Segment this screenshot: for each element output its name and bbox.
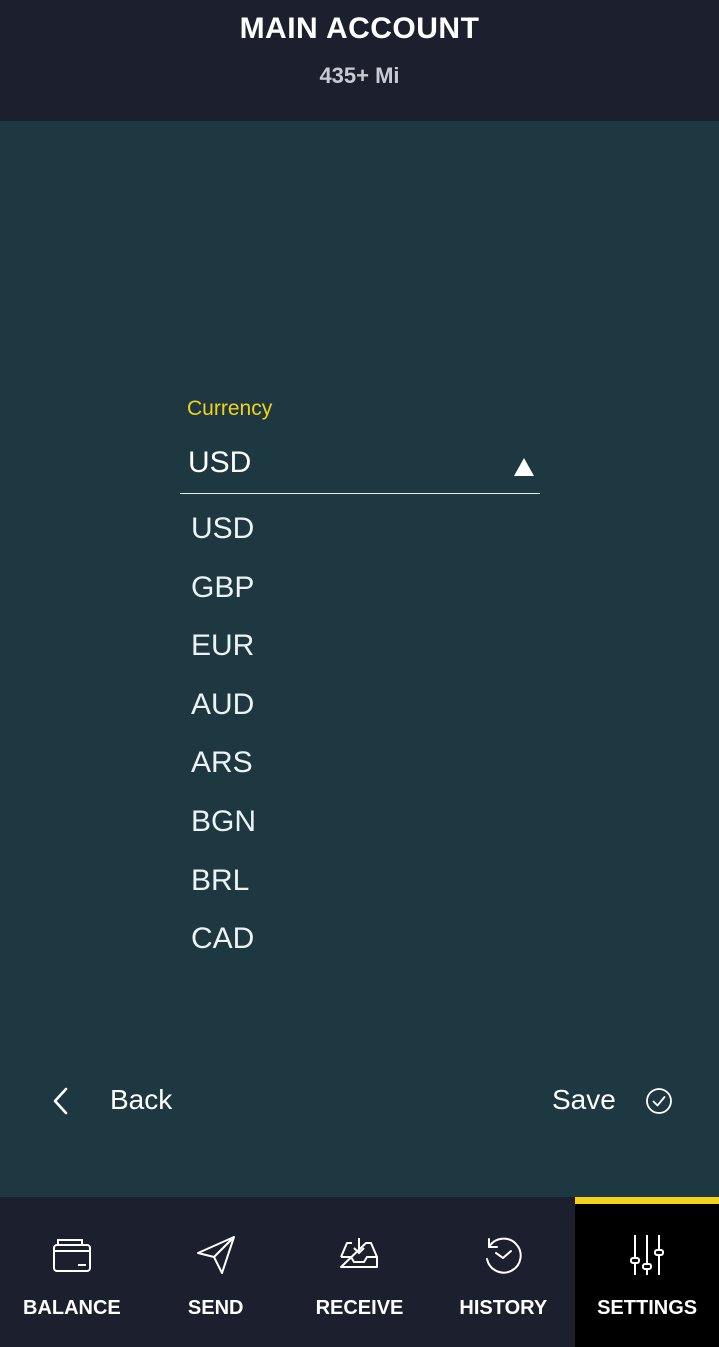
save-button[interactable]: Save <box>545 1078 685 1124</box>
currency-option-usd[interactable]: USD <box>180 500 540 559</box>
header: MAIN ACCOUNT 435+ Mi <box>0 0 719 121</box>
page-title: MAIN ACCOUNT <box>239 12 480 45</box>
account-balance-subtitle: 435+ Mi <box>319 63 400 88</box>
currency-option-bgn[interactable]: BGN <box>180 793 540 852</box>
check-circle-icon <box>646 1088 672 1114</box>
wallet-icon <box>52 1239 91 1272</box>
currency-select[interactable]: USD <box>180 436 540 494</box>
nav-settings-label: SETTINGS <box>597 1297 698 1319</box>
currency-option-aud[interactable]: AUD <box>180 676 540 735</box>
currency-option-brl[interactable]: BRL <box>180 852 540 911</box>
nav-send-label: SEND <box>187 1297 244 1319</box>
currency-option-eur[interactable]: EUR <box>180 617 540 676</box>
currency-option-ars[interactable]: ARS <box>180 734 540 793</box>
nav-receive-label: RECEIVE <box>315 1297 404 1319</box>
inbox-download-icon <box>340 1238 379 1268</box>
nav-balance-label: BALANCE <box>23 1297 121 1319</box>
bottom-navigation: BALANCE SEND RECEIVE HISTORY SETTINGS <box>0 1197 719 1347</box>
nav-history[interactable]: HISTORY <box>431 1197 575 1347</box>
nav-history-label: HISTORY <box>459 1297 548 1319</box>
currency-selected-value: USD <box>188 446 252 479</box>
chevron-left-icon <box>53 1087 68 1115</box>
currency-option-gbp[interactable]: GBP <box>180 559 540 618</box>
nav-receive[interactable]: RECEIVE <box>288 1197 432 1347</box>
nav-balance[interactable]: BALANCE <box>0 1197 144 1347</box>
paper-plane-icon <box>196 1236 235 1274</box>
currency-options-list: USD GBP EUR AUD ARS BGN BRL CAD <box>180 500 540 969</box>
back-button[interactable]: Back <box>44 1078 194 1124</box>
history-clock-icon <box>486 1237 522 1274</box>
nav-settings[interactable]: SETTINGS <box>575 1197 719 1347</box>
currency-option-cad[interactable]: CAD <box>180 910 540 969</box>
nav-send[interactable]: SEND <box>144 1197 288 1347</box>
caret-up-icon <box>514 458 534 476</box>
back-label: Back <box>110 1084 173 1115</box>
save-label: Save <box>552 1084 616 1115</box>
currency-label: Currency <box>187 397 273 420</box>
sliders-icon <box>630 1235 665 1275</box>
